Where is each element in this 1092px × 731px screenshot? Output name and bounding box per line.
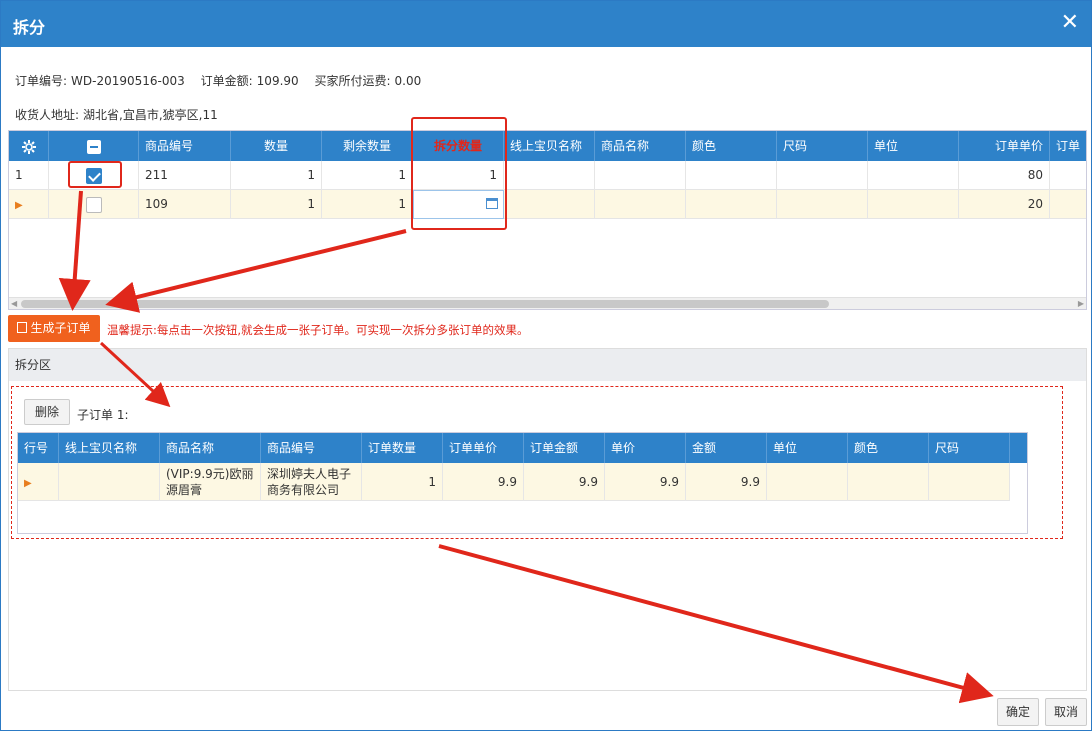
cell-order-qty: 1: [362, 463, 443, 501]
gear-icon[interactable]: [9, 131, 49, 161]
sub-order-title: 子订单 1:: [77, 408, 129, 422]
col-order-price[interactable]: 订单单价: [443, 433, 524, 463]
order-no-value: WD-20190516-003: [71, 74, 185, 88]
tip-text: 温馨提示:每点击一次按钮,就会生成一张子订单。可实现一次拆分多张订单的效果。: [107, 323, 529, 337]
cell-online-name: [504, 190, 595, 219]
grid-header: 商品编号 数量 剩余数量 拆分数量 线上宝贝名称 商品名称 颜色 尺码 单位 订…: [9, 131, 1086, 161]
col-online-name[interactable]: 线上宝贝名称: [59, 433, 160, 463]
select-all-checkbox[interactable]: [49, 131, 139, 161]
cell-code: 211: [139, 161, 231, 190]
horizontal-scrollbar[interactable]: ◀ ▶: [9, 297, 1086, 309]
cell-online-name: [504, 161, 595, 190]
col-line-no[interactable]: 行号: [18, 433, 59, 463]
sub-grid-header: 行号 线上宝贝名称 商品名称 商品编号 订单数量 订单单价 订单金额 单价 金额…: [18, 433, 1027, 463]
cell-qty: 1: [231, 161, 322, 190]
cell-split-qty[interactable]: 1: [413, 161, 504, 190]
cell-qty: 1: [231, 190, 322, 219]
order-no-label: 订单编号:: [15, 74, 68, 88]
col-qty[interactable]: 数量: [231, 131, 322, 161]
cell-product-name: [595, 190, 686, 219]
col-color[interactable]: 颜色: [848, 433, 929, 463]
sub-order-grid: 行号 线上宝贝名称 商品名称 商品编号 订单数量 订单单价 订单金额 单价 金额…: [17, 432, 1028, 534]
cell-color: [848, 463, 929, 501]
col-product-name[interactable]: 商品名称: [595, 131, 686, 161]
cell-online-name: [59, 463, 160, 501]
table-row[interactable]: ▶ 109 1 1 20: [9, 190, 1086, 219]
cell-price: 9.9: [605, 463, 686, 501]
cell-remaining: 1: [322, 161, 413, 190]
col-size[interactable]: 尺码: [777, 131, 868, 161]
cell-unit: [767, 463, 848, 501]
col-remaining[interactable]: 剩余数量: [322, 131, 413, 161]
col-size[interactable]: 尺码: [929, 433, 1010, 463]
col-product-code[interactable]: 商品编号: [139, 131, 231, 161]
cell-product-name: [595, 161, 686, 190]
col-order-price[interactable]: 订单单价: [959, 131, 1050, 161]
current-row-icon: ▶: [18, 463, 59, 501]
order-amount-value: 109.90: [256, 74, 299, 88]
dialog-title: 拆分: [13, 18, 46, 37]
col-order-more[interactable]: 订单: [1050, 131, 1086, 161]
row-checkbox[interactable]: [49, 190, 139, 219]
order-amount-label: 订单金额:: [200, 74, 253, 88]
scroll-left-icon[interactable]: ◀: [11, 298, 17, 309]
scroll-right-icon[interactable]: ▶: [1078, 298, 1084, 309]
cancel-button[interactable]: 取消: [1045, 698, 1087, 726]
dialog-titlebar: 拆分 ✕: [1, 1, 1091, 47]
generate-sub-order-button[interactable]: 生成子订单: [8, 315, 100, 342]
cell-product-code: 深圳婷夫人电子商务有限公司: [261, 463, 362, 501]
cell-size: [777, 161, 868, 190]
cell-amount: 9.9: [686, 463, 767, 501]
address-label: 收货人地址:: [15, 108, 80, 122]
document-icon: [17, 322, 28, 333]
address-value: 湖北省,宜昌市,猇亭区,11: [83, 108, 218, 122]
cell-unit: [868, 161, 959, 190]
ok-button[interactable]: 确定: [997, 698, 1039, 726]
cell-product-name: (VIP:9.9元)欧丽源眉膏: [160, 463, 261, 501]
split-qty-editor[interactable]: [413, 190, 504, 219]
col-color[interactable]: 颜色: [686, 131, 777, 161]
address-line: 收货人地址: 湖北省,宜昌市,猇亭区,11: [15, 106, 230, 123]
order-items-grid: 商品编号 数量 剩余数量 拆分数量 线上宝贝名称 商品名称 颜色 尺码 单位 订…: [8, 130, 1087, 310]
col-price[interactable]: 单价: [605, 433, 686, 463]
cell-order-amount: 9.9: [524, 463, 605, 501]
col-unit[interactable]: 单位: [767, 433, 848, 463]
col-amount[interactable]: 金额: [686, 433, 767, 463]
row-number: 1: [9, 161, 49, 190]
cell-size: [929, 463, 1010, 501]
col-product-code[interactable]: 商品编号: [261, 433, 362, 463]
col-product-name[interactable]: 商品名称: [160, 433, 261, 463]
cell-order-price: 9.9: [443, 463, 524, 501]
cell-code: 109: [139, 190, 231, 219]
sub-order-box: 删除 子订单 1: 行号 线上宝贝名称 商品名称 商品编号 订单数量 订单单价 …: [11, 386, 1063, 539]
cell-size: [777, 190, 868, 219]
delete-button[interactable]: 删除: [24, 399, 70, 425]
cell-price: 80: [959, 161, 1050, 190]
table-row[interactable]: 1 211 1 1 1 80: [9, 161, 1086, 190]
col-unit[interactable]: 单位: [868, 131, 959, 161]
freight-value: 0.00: [394, 74, 422, 88]
split-dialog: 拆分 ✕ 订单编号: WD-20190516-003 订单金额: 109.90 买家…: [0, 0, 1092, 731]
order-info-line: 订单编号: WD-20190516-003 订单金额: 109.90 买家所付运费:…: [15, 72, 433, 89]
close-icon[interactable]: ✕: [1061, 11, 1079, 35]
cell-color: [686, 190, 777, 219]
col-online-name[interactable]: 线上宝贝名称: [504, 131, 595, 161]
col-split-qty[interactable]: 拆分数量: [413, 131, 504, 161]
table-row[interactable]: ▶ (VIP:9.9元)欧丽源眉膏 深圳婷夫人电子商务有限公司 1 9.9 9.…: [18, 463, 1010, 501]
cell-color: [686, 161, 777, 190]
freight-label: 买家所付运费:: [314, 74, 391, 88]
cell-price: 20: [959, 190, 1050, 219]
split-area: 拆分区 删除 子订单 1: 行号 线上宝贝名称 商品名称 商品编号 订单数量 订…: [8, 348, 1087, 691]
generate-sub-order-label: 生成子订单: [30, 321, 91, 335]
cell-unit: [868, 190, 959, 219]
current-row-icon: ▶: [9, 190, 49, 219]
cell-remaining: 1: [322, 190, 413, 219]
calendar-icon[interactable]: [486, 198, 498, 209]
col-order-amount[interactable]: 订单金额: [524, 433, 605, 463]
split-area-header: 拆分区: [9, 349, 1086, 381]
col-order-qty[interactable]: 订单数量: [362, 433, 443, 463]
scrollbar-thumb[interactable]: [21, 300, 829, 308]
row-checkbox[interactable]: [49, 161, 139, 190]
